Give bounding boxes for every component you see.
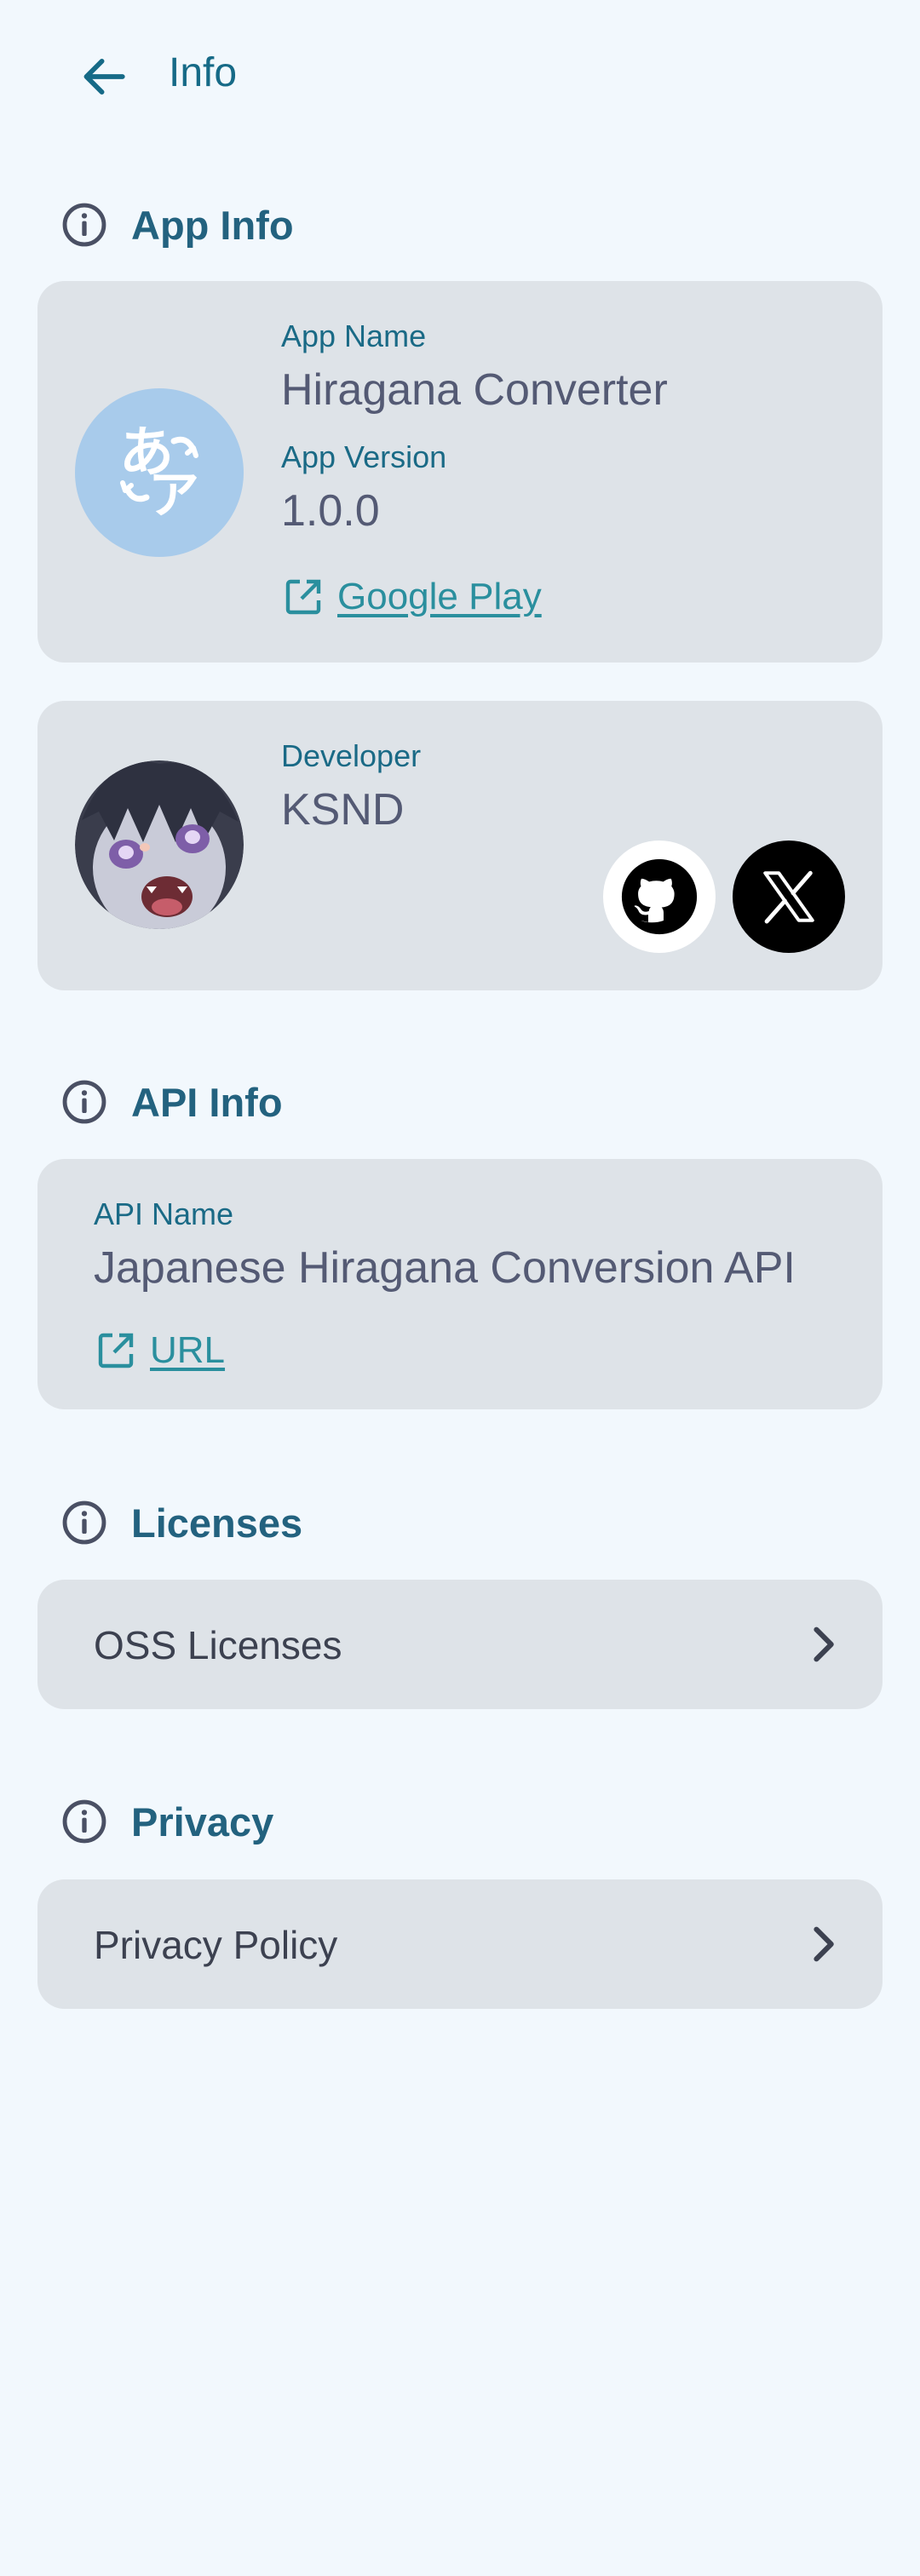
api-url-link[interactable]: URL <box>95 1329 225 1372</box>
app-info-card: あ ア App Name Hiragana Converter App Vers… <box>37 281 883 663</box>
section-header-privacy: Privacy <box>60 1792 273 1851</box>
api-info-card: API Name Japanese Hiragana Conversion AP… <box>37 1159 883 1409</box>
oss-licenses-item[interactable]: OSS Licenses <box>37 1580 883 1709</box>
back-button[interactable] <box>61 34 147 119</box>
page-title: Info <box>169 50 238 95</box>
section-header-api-info: API Info <box>60 1072 283 1132</box>
api-name-value: Japanese Hiragana Conversion API <box>94 1243 796 1293</box>
arrow-back-icon <box>83 58 125 95</box>
google-play-link[interactable]: Google Play <box>283 576 542 618</box>
developer-avatar <box>75 760 244 929</box>
api-name-label: API Name <box>94 1196 234 1231</box>
section-header-app-info: App Info <box>60 195 294 255</box>
app-version-value: 1.0.0 <box>281 486 380 536</box>
google-play-link-text[interactable]: Google Play <box>337 576 542 618</box>
privacy-policy-label: Privacy Policy <box>94 1923 338 1967</box>
x-button[interactable] <box>733 840 845 953</box>
open-in-new-icon <box>95 1330 136 1371</box>
app-icon-glyph-bottom: ア <box>148 466 199 525</box>
app-name-label: App Name <box>281 318 427 353</box>
app-version-label: App Version <box>281 439 447 474</box>
github-icon <box>621 858 698 935</box>
x-icon <box>763 870 814 924</box>
section-header-licenses: Licenses <box>60 1493 302 1552</box>
app-name-value: Hiragana Converter <box>281 365 668 415</box>
chevron-right-icon <box>801 1922 845 1966</box>
info-icon <box>60 1498 109 1547</box>
section-title: API Info <box>131 1079 283 1125</box>
info-icon <box>60 1797 109 1846</box>
github-button[interactable] <box>603 840 716 953</box>
info-icon <box>60 1077 109 1127</box>
api-url-link-text[interactable]: URL <box>150 1329 225 1372</box>
info-icon <box>60 200 109 250</box>
app-icon: あ ア <box>75 388 244 557</box>
developer-card: Developer KSND <box>37 701 883 990</box>
top-app-bar: Info <box>0 0 920 150</box>
developer-name: KSND <box>281 785 405 835</box>
oss-licenses-label: OSS Licenses <box>94 1623 342 1667</box>
app-logo-icon: あ ア <box>119 422 199 525</box>
chevron-right-icon <box>801 1622 845 1667</box>
privacy-policy-item[interactable]: Privacy Policy <box>37 1879 883 2009</box>
developer-label: Developer <box>281 738 422 773</box>
section-title: Licenses <box>131 1500 303 1546</box>
section-title: App Info <box>131 202 294 248</box>
open-in-new-icon <box>283 577 324 617</box>
section-title: Privacy <box>131 1799 274 1845</box>
